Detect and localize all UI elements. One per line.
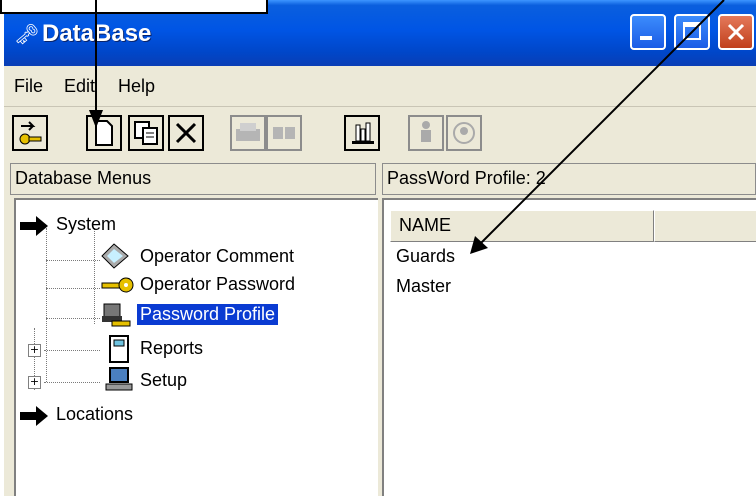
annotation-arrows <box>89 0 725 254</box>
